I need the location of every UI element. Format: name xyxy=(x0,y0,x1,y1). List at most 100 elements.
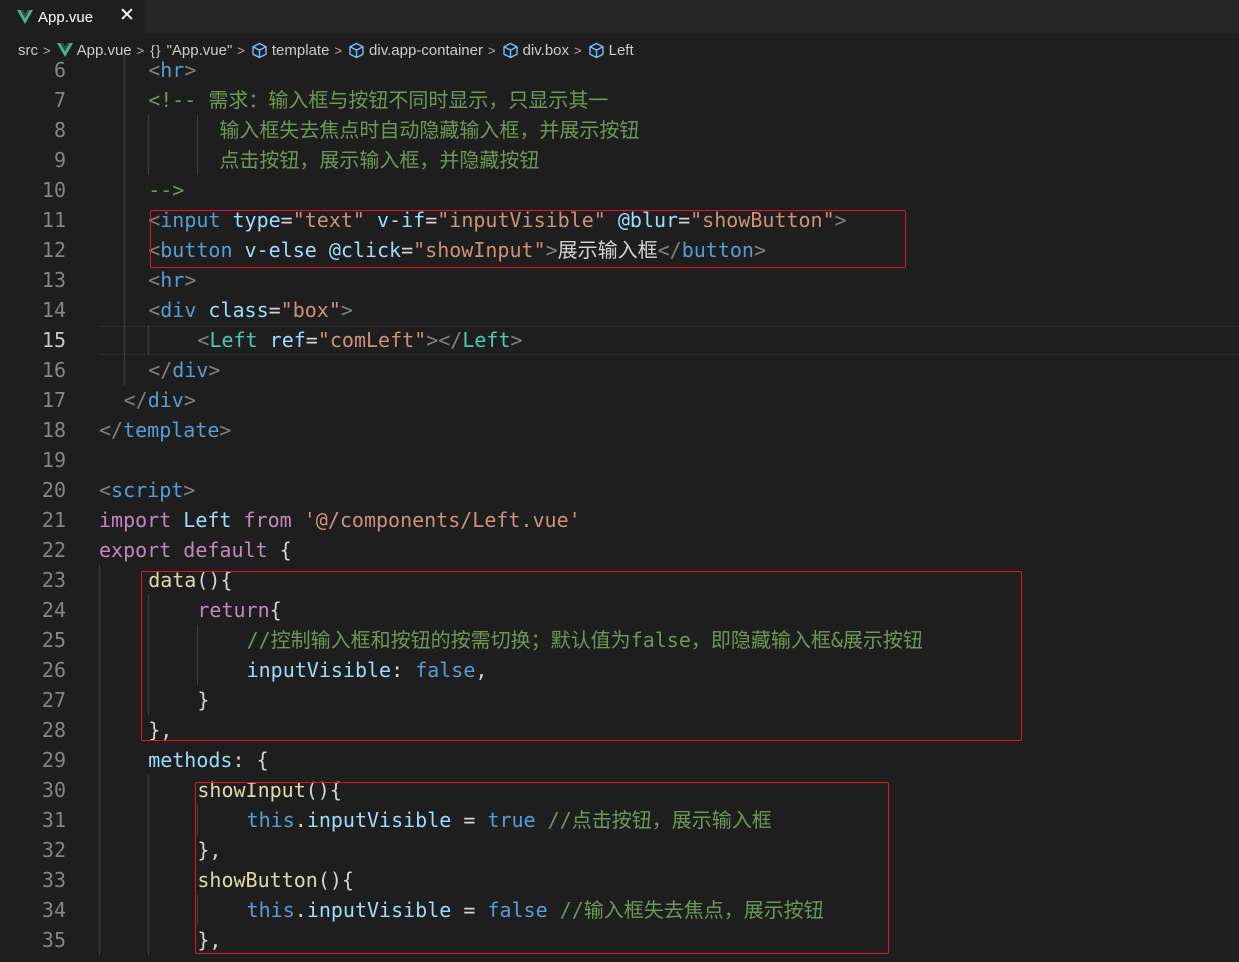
line-number[interactable]: 27 xyxy=(42,685,66,715)
code-line[interactable]: 16 </div> xyxy=(0,355,1239,385)
line-number[interactable]: 19 xyxy=(42,445,66,475)
code-line[interactable]: 10 --> xyxy=(0,175,1239,205)
code-line[interactable]: 33 showButton(){ xyxy=(0,865,1239,895)
code-token: : xyxy=(391,658,416,682)
line-number[interactable]: 32 xyxy=(42,835,66,865)
code-line[interactable]: 23 data(){ xyxy=(0,565,1239,595)
code-line[interactable]: 6 <hr> xyxy=(0,55,1239,85)
code-text: </template> xyxy=(99,415,231,445)
line-number[interactable]: 14 xyxy=(42,295,66,325)
line-number[interactable]: 33 xyxy=(42,865,66,895)
line-number[interactable]: 24 xyxy=(42,595,66,625)
line-number[interactable]: 8 xyxy=(54,115,66,145)
code-token: = xyxy=(425,208,438,232)
indent-guide xyxy=(123,235,125,265)
code-text: showInput(){ xyxy=(197,775,342,805)
code-token: > xyxy=(184,58,197,82)
line-number[interactable]: 7 xyxy=(54,85,66,115)
code-token: }, xyxy=(197,838,222,862)
code-line[interactable]: 20 <script> xyxy=(0,475,1239,505)
code-line[interactable]: 26 inputVisible: false, xyxy=(0,655,1239,685)
line-number[interactable]: 11 xyxy=(42,205,66,235)
code-token: "showInput" xyxy=(413,238,546,262)
line-number[interactable]: 23 xyxy=(42,565,66,595)
code-line[interactable]: 11 <input type="text" v-if="inputVisible"… xyxy=(0,205,1239,235)
code-line[interactable]: 28}, xyxy=(0,715,1239,745)
line-number[interactable]: 12 xyxy=(42,235,66,265)
code-text: data(){ xyxy=(148,565,232,595)
code-line[interactable]: 12 <button v-else @click="showInput">展示输入… xyxy=(0,235,1239,265)
line-number[interactable]: 22 xyxy=(42,535,66,565)
code-editor[interactable]: 6 <hr> 7 <!-- 需求：输入框与按钮不同时显示，只显示其一 8 输入框失去焦点… xyxy=(0,55,1239,962)
code-line[interactable]: 30 showInput(){ xyxy=(0,775,1239,805)
code-text: <hr> xyxy=(148,55,196,85)
code-token: template xyxy=(123,418,220,442)
line-number[interactable]: 16 xyxy=(42,355,66,385)
code-token: //输入框失去焦点，展示按钮 xyxy=(559,898,824,922)
line-number[interactable]: 17 xyxy=(42,385,66,415)
code-line[interactable]: 25 //控制输入框和按钮的按需切换；默认值为false，即隐藏输入框&展示按钮 xyxy=(0,625,1239,655)
code-text: 输入框失去焦点时自动隐藏输入框，并展示按钮 xyxy=(99,115,639,145)
code-token: = xyxy=(305,328,318,352)
code-line[interactable]: 21 import Left from '@/components/Left.vu… xyxy=(0,505,1239,535)
line-number[interactable]: 29 xyxy=(42,745,66,775)
line-number[interactable]: 28 xyxy=(42,715,66,745)
code-token: //点击按钮，展示输入框 xyxy=(547,808,772,832)
close-icon[interactable]: ✕ xyxy=(119,5,135,25)
line-number[interactable]: 21 xyxy=(42,505,66,535)
code-line[interactable]: 27} xyxy=(0,685,1239,715)
code-token: input xyxy=(160,208,221,232)
line-number[interactable]: 13 xyxy=(42,265,66,295)
code-token: //控制输入框和按钮的按需切换；默认值为false，即隐藏输入框&展示按钮 xyxy=(246,628,923,652)
code-token: inputVisible xyxy=(306,808,452,832)
code-line[interactable]: 34 this.inputVisible = false //输入框失去焦点，展示… xyxy=(0,895,1239,925)
code-token: export xyxy=(99,538,172,562)
line-number[interactable]: 20 xyxy=(42,475,66,505)
line-number[interactable]: 34 xyxy=(42,895,66,925)
code-line[interactable]: 15 <Left ref="comLeft"></Left> xyxy=(0,325,1239,355)
code-line[interactable]: 13 <hr> xyxy=(0,265,1239,295)
code-line[interactable]: 35}, xyxy=(0,925,1239,955)
code-line[interactable]: 18 </template> xyxy=(0,415,1239,445)
code-token: </ xyxy=(657,238,682,262)
code-line[interactable]: 17 </div> xyxy=(0,385,1239,415)
line-number[interactable]: 31 xyxy=(42,805,66,835)
code-token: Left xyxy=(183,508,232,532)
line-number[interactable]: 18 xyxy=(42,415,66,445)
code-line[interactable]: 32}, xyxy=(0,835,1239,865)
code-token: </ xyxy=(123,388,148,412)
code-line[interactable]: 9 点击按钮，展示输入框，并隐藏按钮 xyxy=(0,145,1239,175)
line-number[interactable]: 30 xyxy=(42,775,66,805)
code-text: <!-- 需求：输入框与按钮不同时显示，只显示其一 xyxy=(148,85,608,115)
code-token: "text" xyxy=(292,208,365,232)
tab-app-vue[interactable]: App.vue ✕ xyxy=(0,0,145,34)
indent-guide xyxy=(99,805,100,835)
line-number[interactable]: 15 xyxy=(42,325,66,355)
code-token: return xyxy=(197,598,270,622)
line-number[interactable]: 9 xyxy=(54,145,66,175)
code-token: "showButton" xyxy=(690,208,835,232)
code-token: data xyxy=(148,568,197,592)
code-token: @blur xyxy=(617,208,679,232)
code-token: </ xyxy=(99,418,124,442)
line-number[interactable]: 25 xyxy=(42,625,66,655)
code-line[interactable]: 24 return{ xyxy=(0,595,1239,625)
vue-icon xyxy=(17,10,33,24)
code-line[interactable]: 7 <!-- 需求：输入框与按钮不同时显示，只显示其一 xyxy=(0,85,1239,115)
line-number[interactable]: 35 xyxy=(42,925,66,955)
code-line[interactable]: 14 <div class="box"> xyxy=(0,295,1239,325)
line-number[interactable]: 26 xyxy=(42,655,66,685)
code-token: showInput xyxy=(197,778,306,802)
indent-guide xyxy=(99,685,100,715)
code-line[interactable]: 31 this.inputVisible = true //点击按钮，展示输入框 xyxy=(0,805,1239,835)
code-line[interactable]: 19 xyxy=(0,445,1239,475)
code-line[interactable]: 22 export default { xyxy=(0,535,1239,565)
line-number[interactable]: 10 xyxy=(42,175,66,205)
code-line[interactable]: 29 methods: { xyxy=(0,745,1239,775)
line-number[interactable]: 6 xyxy=(54,55,66,85)
indent-guide xyxy=(123,355,125,385)
code-text: this.inputVisible = true //点击按钮，展示输入框 xyxy=(247,805,772,835)
code-line[interactable]: 8 输入框失去焦点时自动隐藏输入框，并展示按钮 xyxy=(0,115,1239,145)
